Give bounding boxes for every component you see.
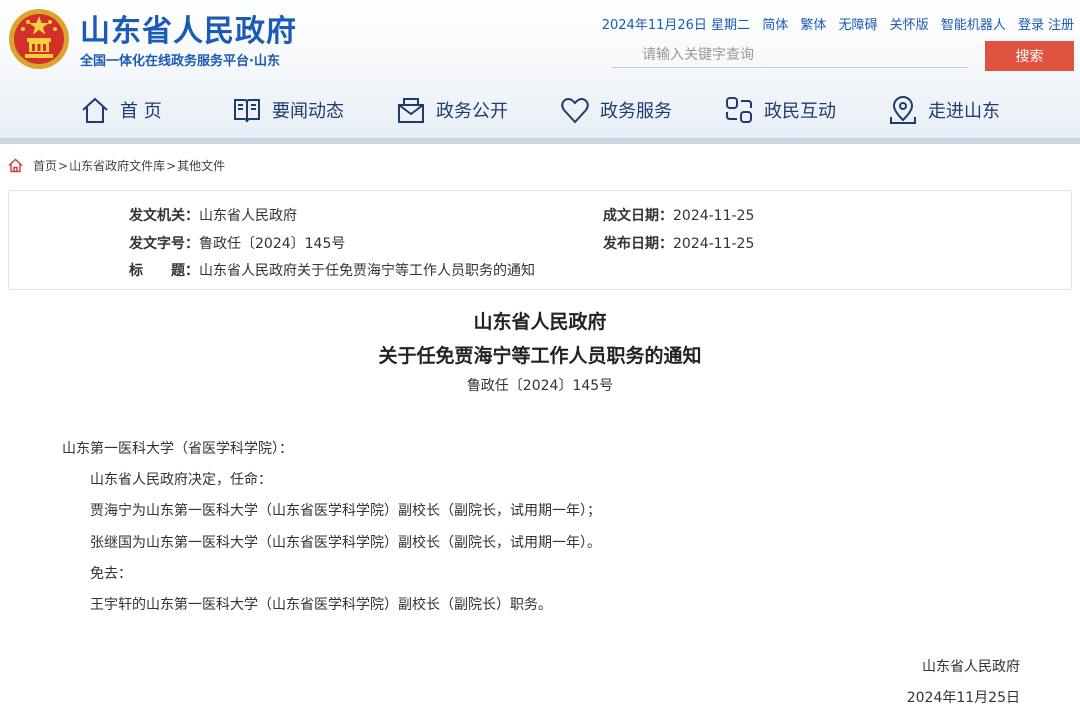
breadcrumb-home[interactable]: 首页 xyxy=(33,157,57,174)
link-simplified[interactable]: 简体 xyxy=(762,18,788,33)
info-label: 发文字号： xyxy=(129,236,199,252)
document-paragraph: 王宇轩的山东第一医科大学（山东省医学科学院）副校长（副院长）职务。 xyxy=(90,597,552,613)
info-issuer: 发文机关：山东省人民政府 xyxy=(129,205,297,225)
document-paragraph: 张继国为山东第一医科大学（山东省医学科学院）副校长（副院长，试用期一年）。 xyxy=(90,535,601,551)
nav-item-label: 政务公开 xyxy=(436,101,508,122)
nav-item-services[interactable]: 政务服务 xyxy=(560,90,672,130)
breadcrumb: 首页 > 山东省政府文件库 > 其他文件 xyxy=(8,157,225,174)
breadcrumb-separator: > xyxy=(58,158,69,173)
document-paragraph: 山东省人民政府决定，任命： xyxy=(90,472,272,488)
info-label: 标 题： xyxy=(129,263,199,279)
nav-item-label: 要闻动态 xyxy=(272,101,344,122)
document-signature: 山东省人民政府 xyxy=(922,659,1020,675)
info-created-date: 成文日期：2024-11-25 xyxy=(603,205,754,225)
info-value: 2024-11-25 xyxy=(673,208,755,224)
top-links: 2024年11月26日 星期二 简体 繁体 无障碍 关怀版 智能机器人 登录 注册 xyxy=(594,14,1074,33)
document-date: 2024年11月25日 xyxy=(906,690,1020,706)
link-register[interactable]: 注册 xyxy=(1048,18,1074,33)
link-accessibility[interactable]: 无障碍 xyxy=(839,18,878,33)
nav-item-open-gov[interactable]: 政务公开 xyxy=(396,90,508,130)
current-date: 2024年11月26日 星期二 xyxy=(601,18,751,33)
document-addressee: 山东第一医科大学（省医学科学院）： xyxy=(62,441,293,457)
info-value: 鲁政任〔2024〕145号 xyxy=(199,236,346,252)
info-label: 发文机关： xyxy=(129,208,199,224)
info-published-date: 发布日期：2024-11-25 xyxy=(603,233,754,253)
breadcrumb-separator: > xyxy=(166,158,177,173)
nav-item-about[interactable]: 走进山东 xyxy=(888,90,1000,130)
info-title: 标 题：山东省人民政府关于任免贾海宁等工作人员职务的通知 xyxy=(129,260,535,280)
document-number: 鲁政任〔2024〕145号 xyxy=(466,378,614,394)
nav-item-label: 政民互动 xyxy=(764,101,836,122)
document-info-box: 发文机关：山东省人民政府 发文字号：鲁政任〔2024〕145号 标 题：山东省人… xyxy=(8,190,1072,290)
nav-item-label: 走进山东 xyxy=(928,101,1000,122)
search-input[interactable] xyxy=(612,42,968,68)
nav-item-home[interactable]: 首 页 xyxy=(80,90,162,130)
info-label: 发布日期： xyxy=(603,236,673,252)
document-title-line2: 关于任免贾海宁等工作人员职务的通知 xyxy=(378,345,702,367)
home-icon[interactable] xyxy=(8,158,23,173)
info-docno: 发文字号：鲁政任〔2024〕145号 xyxy=(129,233,345,253)
site-subtitle: 全国一体化在线政务服务平台·山东 xyxy=(80,54,280,69)
site-title[interactable]: 山东省人民政府 xyxy=(80,6,297,50)
info-label: 成文日期： xyxy=(603,208,673,224)
link-elderly-mode[interactable]: 关怀版 xyxy=(890,18,929,33)
document-paragraph: 贾海宁为山东第一医科大学（山东省医学科学院）副校长（副院长，试用期一年）； xyxy=(90,503,601,519)
search-button[interactable]: 搜索 xyxy=(985,41,1074,71)
mail-icon xyxy=(398,98,424,123)
nav-item-news[interactable]: 要闻动态 xyxy=(232,90,344,130)
nav-item-interaction[interactable]: 政民互动 xyxy=(724,90,836,130)
breadcrumb-other-files[interactable]: 其他文件 xyxy=(177,157,225,174)
map-pin-icon xyxy=(890,96,916,124)
info-value: 山东省人民政府关于任免贾海宁等工作人员职务的通知 xyxy=(199,263,535,279)
site-header: 山东省人民政府 全国一体化在线政务服务平台·山东 2024年11月26日 星期二… xyxy=(0,0,1080,144)
breadcrumb-file-library[interactable]: 山东省政府文件库 xyxy=(69,157,165,174)
nav-item-label: 政务服务 xyxy=(600,101,672,122)
link-robot[interactable]: 智能机器人 xyxy=(941,18,1006,33)
national-emblem-icon xyxy=(9,9,69,69)
link-login[interactable]: 登录 xyxy=(1018,18,1044,33)
info-value: 2024-11-25 xyxy=(673,236,755,252)
main-nav: 首 页 要闻动态 政务公开 政务服务 政民互动 走进山东 xyxy=(0,90,1080,130)
heart-icon xyxy=(561,98,589,124)
book-icon xyxy=(234,99,260,123)
nav-item-label: 首 页 xyxy=(120,101,162,122)
document-paragraph: 免去： xyxy=(90,566,132,582)
document-title-line1: 山东省人民政府 xyxy=(473,311,607,333)
info-value: 山东省人民政府 xyxy=(199,208,297,224)
home-icon xyxy=(82,97,108,123)
interaction-icon xyxy=(726,97,752,123)
link-traditional[interactable]: 繁体 xyxy=(800,18,826,33)
